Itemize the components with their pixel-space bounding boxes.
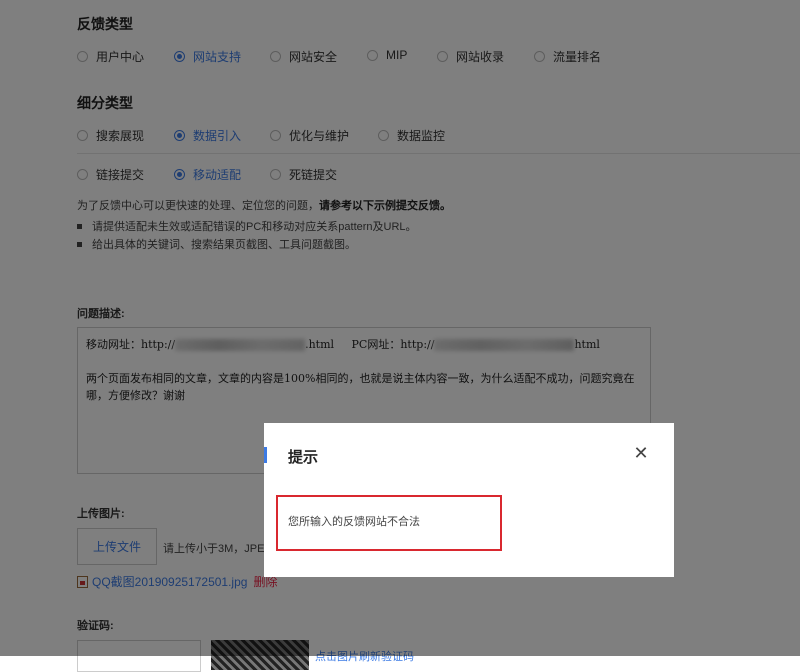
alert-dialog: 提示 ✕ 您所输入的反馈网站不合法: [264, 423, 674, 577]
dialog-title: 提示: [288, 449, 319, 466]
close-icon[interactable]: ✕: [633, 443, 649, 463]
dialog-message: 您所输入的反馈网站不合法: [288, 516, 420, 528]
title-accent-bar: [264, 447, 267, 463]
